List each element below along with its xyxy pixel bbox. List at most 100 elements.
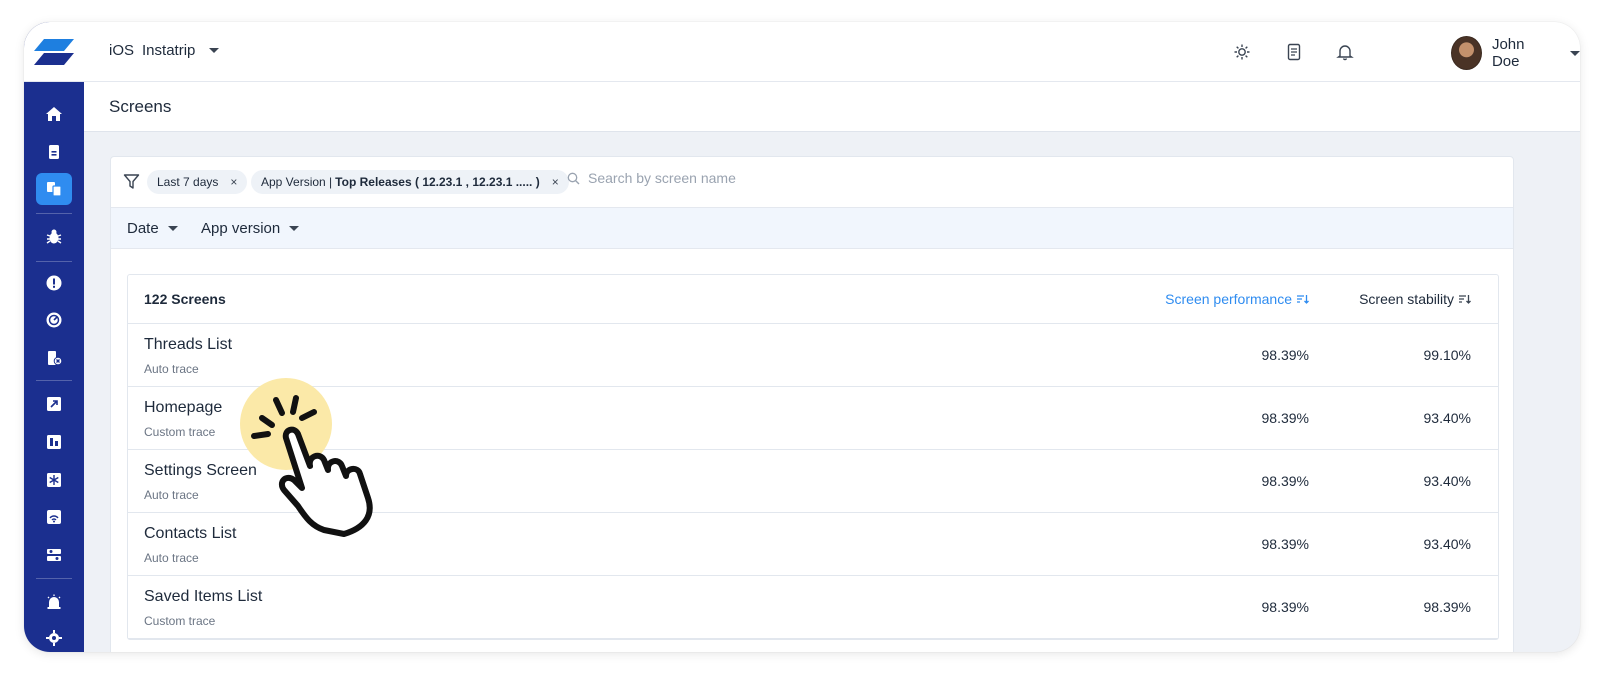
sidebar-item-home[interactable] xyxy=(36,98,72,130)
stability-value: 98.39% xyxy=(1423,599,1471,615)
search-input[interactable] xyxy=(588,170,888,186)
sidebar-divider xyxy=(36,261,72,262)
trace-type: Auto trace xyxy=(144,488,199,502)
screens-count: 122 Screens xyxy=(144,291,226,307)
filter-icon[interactable] xyxy=(123,173,140,190)
trace-type: Custom trace xyxy=(144,614,216,628)
table-header: 122 Screens Screen performance Screen st… xyxy=(128,275,1498,324)
avatar xyxy=(1451,36,1482,70)
stability-value: 93.40% xyxy=(1423,410,1471,426)
stability-value: 99.10% xyxy=(1423,347,1471,363)
stability-value: 93.40% xyxy=(1423,473,1471,489)
filter-chip-app-version[interactable]: App Version | Top Releases ( 12.23.1 , 1… xyxy=(251,170,569,194)
sort-icon xyxy=(1459,295,1471,304)
page-header: Screens xyxy=(84,82,1580,132)
sidebar-item-configuration[interactable] xyxy=(36,539,72,571)
dashboard-icon xyxy=(47,435,61,449)
top-bar: iOS Instatrip John Doe xyxy=(84,22,1580,82)
screens-icon xyxy=(47,182,62,197)
filter-chip-prefix: App Version | xyxy=(261,175,333,189)
logo-icon xyxy=(34,38,74,65)
filter-chip-label: Last 7 days xyxy=(157,175,219,189)
chevron-down-icon xyxy=(289,226,300,231)
performance-value: 98.39% xyxy=(1261,410,1309,426)
search-box xyxy=(567,170,888,186)
filter-chip-value: Top Releases ( 12.23.1 , 12.23.1 ..... ) xyxy=(335,175,540,189)
sidebar-item-alerts[interactable] xyxy=(36,267,72,299)
trace-type: Auto trace xyxy=(144,362,199,376)
close-icon[interactable]: × xyxy=(552,175,559,189)
screen-name: Threads List xyxy=(144,336,233,353)
sidebar-item-bugs[interactable] xyxy=(36,221,72,253)
docs-icon xyxy=(1287,43,1301,61)
sidebar-divider xyxy=(36,380,72,381)
table-row[interactable]: Saved Items List Custom trace 98.39% 98.… xyxy=(128,576,1498,639)
page-title: Screens xyxy=(109,97,172,116)
snowflake-icon xyxy=(47,473,61,487)
crash-icon xyxy=(48,351,63,366)
click-hand-icon xyxy=(240,378,373,537)
performance-value: 98.39% xyxy=(1261,536,1309,552)
theme-toggle-button[interactable] xyxy=(1231,41,1253,63)
screen-name: Saved Items List xyxy=(144,588,263,605)
release-icon xyxy=(47,397,61,411)
notifications-button[interactable] xyxy=(1334,41,1356,63)
sidebar-item-snowflake[interactable] xyxy=(36,464,72,496)
app-window: iOS Instatrip John Doe Screens Last 7 da… xyxy=(24,22,1580,652)
performance-value: 98.39% xyxy=(1261,473,1309,489)
sidebar-item-reports[interactable] xyxy=(36,136,72,168)
user-menu[interactable]: John Doe xyxy=(1451,36,1580,70)
trace-type: Custom trace xyxy=(144,425,216,439)
app-version-dropdown-label: App version xyxy=(201,220,281,237)
document-icon xyxy=(49,145,59,159)
home-icon xyxy=(46,107,62,121)
stability-value: 93.40% xyxy=(1423,536,1471,552)
app-selector[interactable]: iOS Instatrip xyxy=(109,42,220,59)
gear-icon xyxy=(46,630,62,646)
sidebar-item-screens[interactable] xyxy=(36,173,72,205)
column-header-performance[interactable]: Screen performance xyxy=(1165,291,1309,307)
chevron-down-icon xyxy=(167,226,178,231)
sidebar-divider xyxy=(36,578,72,579)
bell-icon xyxy=(1336,45,1354,61)
logo[interactable] xyxy=(24,22,84,82)
close-icon[interactable]: × xyxy=(230,175,237,189)
network-icon xyxy=(47,510,61,524)
performance-value: 98.39% xyxy=(1261,347,1309,363)
sort-icon xyxy=(1297,295,1309,304)
settings-slider-icon xyxy=(47,549,61,561)
chevron-down-icon xyxy=(209,48,220,53)
filter-dropdowns: Date App version xyxy=(111,208,1513,249)
trace-type: Auto trace xyxy=(144,551,199,565)
column-header-label: Screen performance xyxy=(1165,291,1292,307)
sun-icon xyxy=(1234,44,1250,60)
date-dropdown[interactable]: Date xyxy=(127,220,178,237)
sidebar-item-performance[interactable] xyxy=(36,304,72,336)
sidebar-item-dashboard[interactable] xyxy=(36,426,72,458)
bug-icon xyxy=(46,229,62,244)
sidebar xyxy=(24,22,84,652)
sidebar-item-releases[interactable] xyxy=(36,388,72,420)
sidebar-item-settings[interactable] xyxy=(36,622,72,652)
app-version-dropdown[interactable]: App version xyxy=(201,220,300,237)
column-header-stability[interactable]: Screen stability xyxy=(1359,291,1471,307)
app-name: Instatrip xyxy=(142,42,196,59)
sidebar-divider xyxy=(36,213,72,214)
search-icon xyxy=(567,172,580,184)
platform-label: iOS xyxy=(109,42,135,59)
sidebar-item-alarms[interactable] xyxy=(36,586,72,618)
alert-icon xyxy=(46,275,62,291)
date-dropdown-label: Date xyxy=(127,220,159,237)
screen-name: Contacts List xyxy=(144,525,237,542)
alarm-icon xyxy=(47,594,61,609)
chevron-down-icon xyxy=(1570,50,1580,56)
filter-bar: Last 7 days × App Version | Top Releases… xyxy=(111,157,1513,208)
sidebar-item-network[interactable] xyxy=(36,501,72,533)
filter-chip-date[interactable]: Last 7 days × xyxy=(147,170,248,194)
speedometer-icon xyxy=(46,312,62,328)
user-name: John Doe xyxy=(1491,36,1525,70)
performance-value: 98.39% xyxy=(1261,599,1309,615)
sidebar-item-crashes[interactable] xyxy=(36,342,72,374)
screen-name: Homepage xyxy=(144,399,223,416)
docs-button[interactable] xyxy=(1283,41,1305,63)
